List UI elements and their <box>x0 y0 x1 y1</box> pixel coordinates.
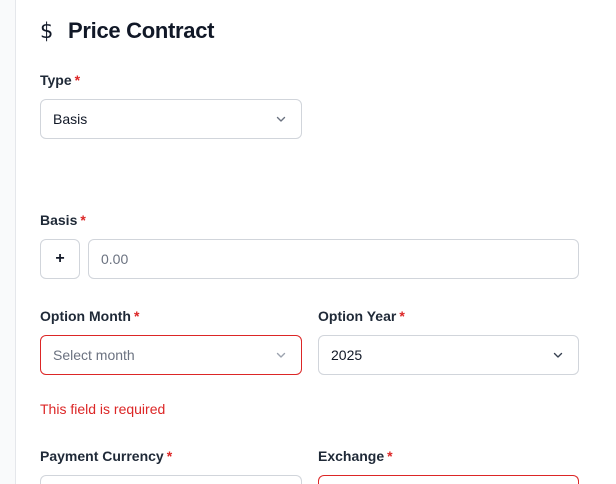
type-select-value: Basis <box>53 111 88 127</box>
exchange-select[interactable] <box>318 475 579 484</box>
basis-input[interactable] <box>88 239 579 279</box>
basis-label: Basis * <box>40 212 86 228</box>
page-title: Price Contract <box>68 18 215 43</box>
basis-sign-button[interactable]: + <box>40 239 80 279</box>
required-marker: * <box>399 308 405 324</box>
option-month-label-text: Option Month <box>40 308 131 324</box>
option-year-label: Option Year * <box>318 308 405 324</box>
option-year-label-text: Option Year <box>318 308 397 324</box>
dollar-icon: $ <box>40 19 54 43</box>
option-year-select[interactable]: 2025 <box>318 335 579 375</box>
payment-currency-select[interactable] <box>40 475 302 484</box>
option-year-value: 2025 <box>331 347 363 363</box>
option-month-select[interactable]: Select month <box>40 335 302 375</box>
required-marker: * <box>80 212 86 228</box>
page-header: $ Price Contract <box>40 18 214 44</box>
basis-label-text: Basis <box>40 212 78 228</box>
type-select[interactable]: Basis <box>40 99 302 139</box>
exchange-label-text: Exchange <box>318 448 385 464</box>
chevron-down-icon <box>275 113 287 125</box>
chevron-down-icon <box>552 349 564 361</box>
option-month-label: Option Month * <box>40 308 139 324</box>
required-marker: * <box>74 72 81 88</box>
payment-currency-label: Payment Currency * <box>40 448 172 464</box>
type-label-text: Type <box>40 72 72 88</box>
exchange-label: Exchange * <box>318 448 393 464</box>
required-marker: * <box>387 448 393 464</box>
required-marker: * <box>166 448 173 464</box>
type-label: Type * <box>40 72 80 88</box>
required-marker: * <box>133 308 140 324</box>
option-month-error: This field is required <box>40 401 166 417</box>
payment-currency-label-text: Payment Currency <box>40 448 164 464</box>
chevron-down-icon <box>275 349 287 361</box>
option-month-placeholder: Select month <box>53 347 135 363</box>
